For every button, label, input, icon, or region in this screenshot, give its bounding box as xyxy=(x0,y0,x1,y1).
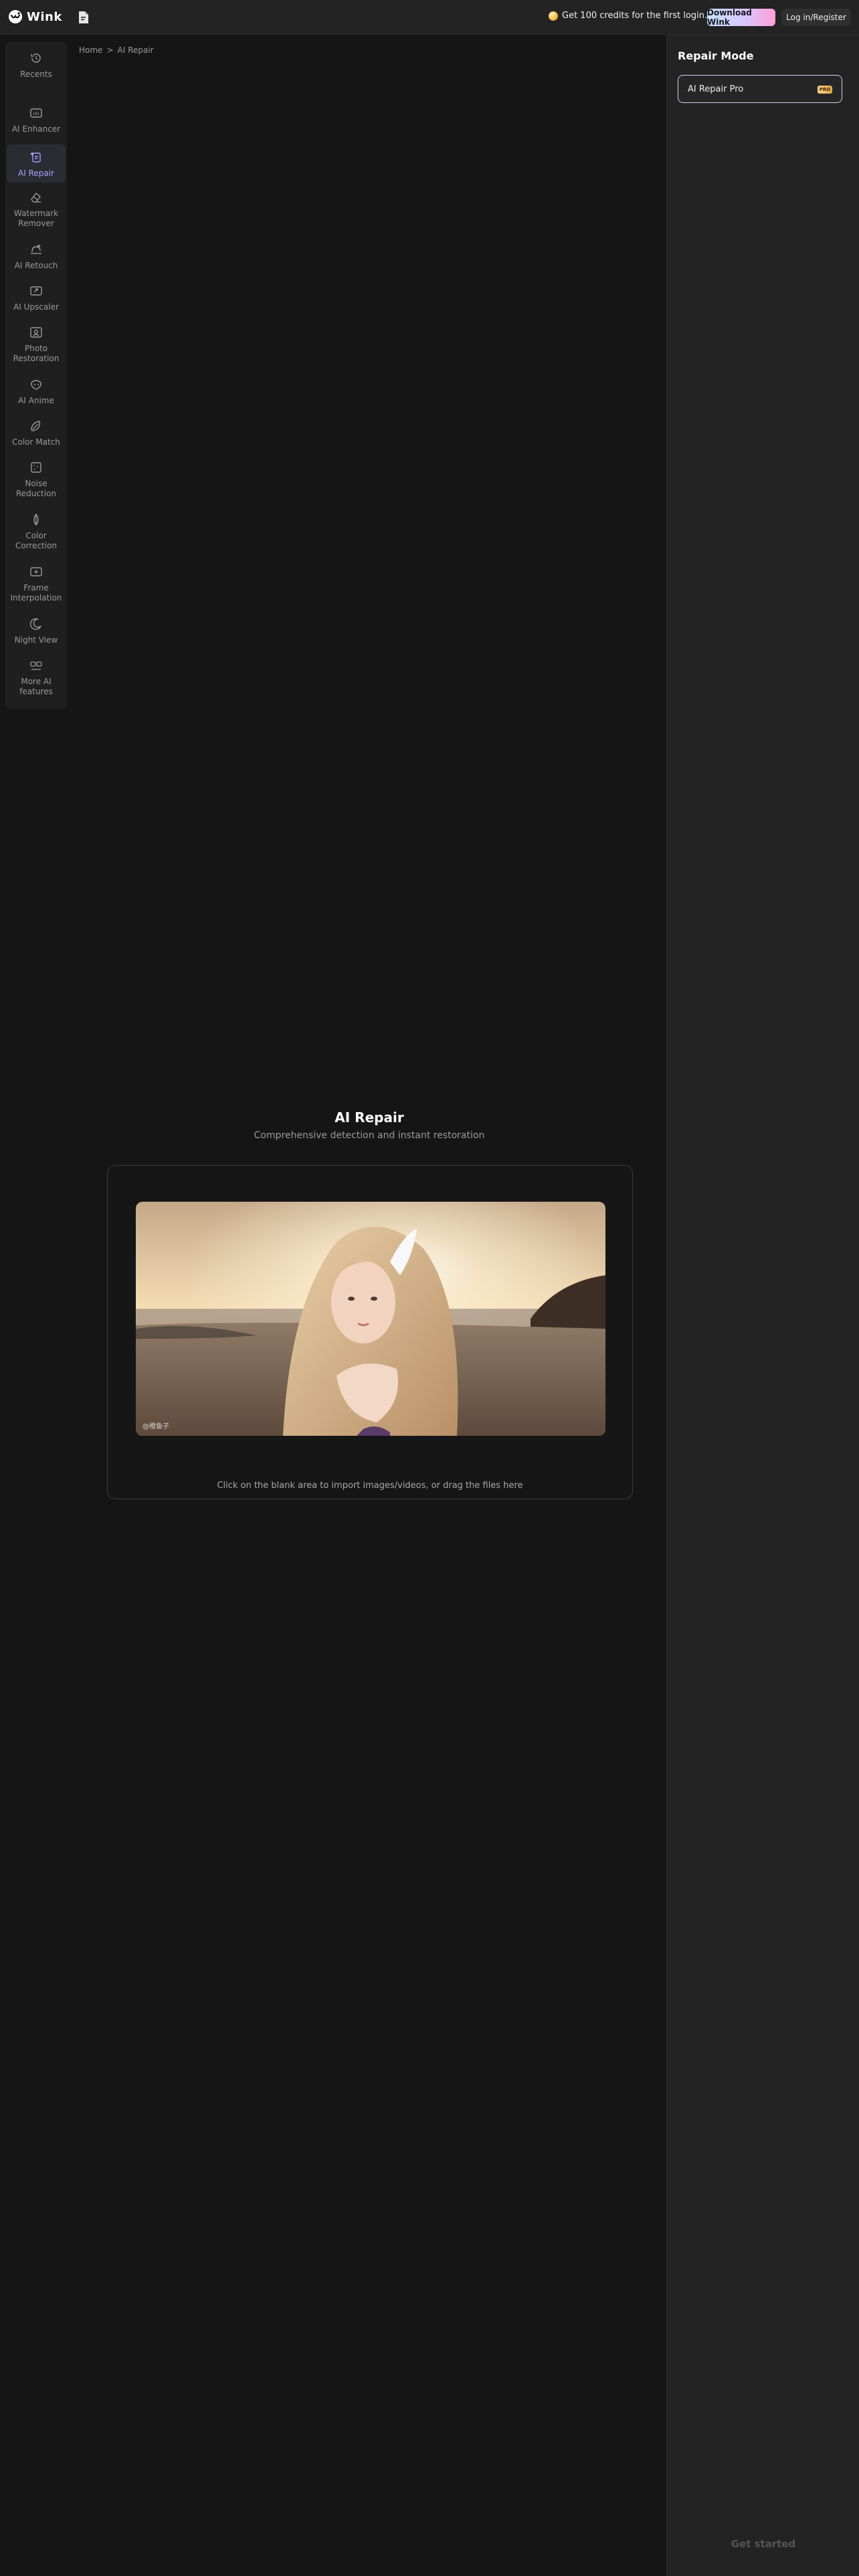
breadcrumb: Home > AI Repair xyxy=(79,45,153,55)
mode-option-ai-repair-pro[interactable]: AI Repair Pro PRO xyxy=(678,75,842,103)
page-subtitle: Comprehensive detection and instant rest… xyxy=(254,1130,485,1141)
sidebar-item-label: AI Upscaler xyxy=(13,302,59,312)
upscale-icon xyxy=(30,286,42,296)
breadcrumb-separator: > xyxy=(106,45,114,55)
hd-icon: HD xyxy=(30,108,42,118)
sidebar-item-frame-interpolation[interactable]: Frame Interpolation xyxy=(7,564,66,603)
sidebar-item-label: Color Correction xyxy=(15,531,58,550)
sidebar: Recents HD AI Enhancer AI Repair Waterma… xyxy=(5,41,67,709)
color-correction-icon xyxy=(33,513,39,526)
sidebar-item-ai-anime[interactable]: AI Anime xyxy=(7,377,66,406)
photo-icon xyxy=(30,327,42,338)
wink-logo-icon xyxy=(9,10,22,23)
drop-hint-text: Click on the blank area to import images… xyxy=(217,1481,523,1491)
sidebar-item-photo-restoration[interactable]: Photo Restoration xyxy=(7,325,66,364)
login-register-button[interactable]: Log in/Register xyxy=(781,9,851,26)
sidebar-item-label: AI Repair xyxy=(18,169,54,178)
sidebar-item-ai-upscaler[interactable]: AI Upscaler xyxy=(7,284,66,312)
eraser-icon xyxy=(31,192,41,203)
beach-portrait-image xyxy=(136,1202,605,1436)
moon-icon xyxy=(29,618,41,630)
sidebar-item-noise-reduction[interactable]: Noise Reduction xyxy=(7,460,66,499)
retouch-icon xyxy=(31,244,41,254)
sidebar-item-recents[interactable]: Recents xyxy=(7,51,66,80)
sidebar-item-label: AI Anime xyxy=(18,396,54,405)
color-match-icon xyxy=(31,421,40,431)
get-started-button[interactable]: Get started xyxy=(678,2531,849,2557)
sidebar-item-label: AI Retouch xyxy=(14,261,58,270)
breadcrumb-current: AI Repair xyxy=(117,45,154,55)
sidebar-item-label: Night View xyxy=(14,635,58,645)
preview-watermark: @橙鱼子 xyxy=(142,1423,169,1430)
sidebar-item-color-correction[interactable]: Color Correction xyxy=(7,512,66,551)
sidebar-item-more-ai-features[interactable]: More AI features xyxy=(7,658,66,697)
more-features-icon xyxy=(30,661,42,670)
page-title: AI Repair xyxy=(335,1109,404,1125)
sidebar-item-ai-repair[interactable]: AI Repair xyxy=(7,144,66,183)
sidebar-item-label: Noise Reduction xyxy=(16,479,56,498)
sidebar-item-color-match[interactable]: Color Match xyxy=(7,419,66,447)
repair-mode-title: Repair Mode xyxy=(678,49,754,62)
sidebar-item-label: Color Match xyxy=(12,437,60,447)
sidebar-item-label: More AI features xyxy=(19,677,53,696)
top-bar: Wink Get 100 credits for the first login… xyxy=(0,0,859,35)
anime-icon xyxy=(31,380,41,390)
sample-preview-image: @橙鱼子 xyxy=(136,1202,605,1436)
right-panel: Repair Mode AI Repair Pro PRO Get starte… xyxy=(666,35,859,2576)
sparkle-repair-icon xyxy=(30,152,41,163)
breadcrumb-home-link[interactable]: Home xyxy=(79,45,102,55)
promo-text: Get 100 credits for the first login. xyxy=(562,11,708,21)
mode-label: AI Repair Pro xyxy=(688,84,744,94)
coin-icon xyxy=(549,11,558,21)
sidebar-item-label: AI Enhancer xyxy=(11,124,61,134)
frame-icon xyxy=(30,567,42,576)
sidebar-item-night-view[interactable]: Night View xyxy=(7,617,66,645)
sidebar-item-ai-retouch[interactable]: AI Retouch xyxy=(7,242,66,271)
pro-badge: PRO xyxy=(818,86,832,94)
document-icon[interactable] xyxy=(78,11,90,24)
logo[interactable]: Wink xyxy=(8,9,62,24)
app-name: Wink xyxy=(27,9,62,24)
sidebar-item-label: Recents xyxy=(20,70,52,79)
download-wink-button[interactable]: Download Wink xyxy=(707,8,775,27)
svg-text:HD: HD xyxy=(33,112,39,116)
sidebar-item-ai-enhancer[interactable]: HD AI Enhancer xyxy=(7,106,66,134)
credits-promo: Get 100 credits for the first login. xyxy=(549,11,707,21)
history-icon xyxy=(31,53,41,63)
sidebar-item-watermark-remover[interactable]: Watermark Remover xyxy=(7,190,66,229)
sidebar-item-label: Watermark Remover xyxy=(13,209,59,228)
sidebar-item-label: Photo Restoration xyxy=(13,344,60,363)
upload-drop-zone[interactable]: @橙鱼子 Click on the blank area to import i… xyxy=(107,1165,633,1499)
noise-icon xyxy=(31,462,41,473)
sidebar-item-label: Frame Interpolation xyxy=(10,583,62,603)
